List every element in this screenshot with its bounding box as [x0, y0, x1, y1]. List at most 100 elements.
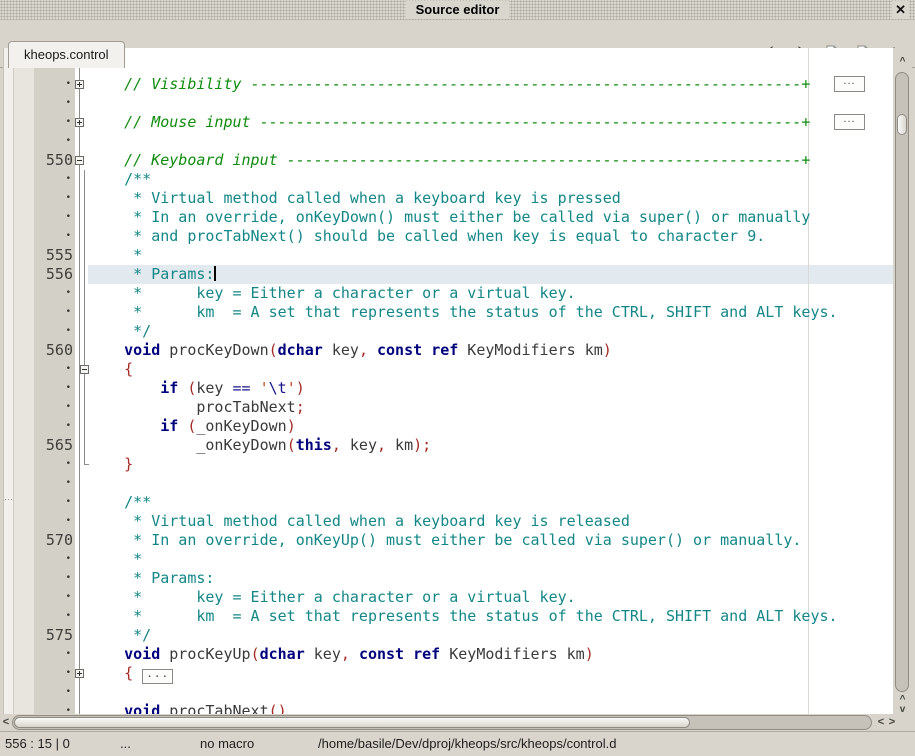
horizontal-scrollbar[interactable]: < < >	[0, 714, 915, 731]
tab-kheops-control[interactable]: kheops.control	[8, 41, 125, 68]
fold-expand-icon[interactable]	[75, 118, 84, 127]
code-line[interactable]: • * km = A set that represents the statu…	[4, 303, 894, 322]
line-gutter-dot[interactable]: •	[34, 398, 73, 417]
fold-gutter[interactable]	[75, 417, 89, 436]
window-titlebar[interactable]: Source editor ✕	[0, 0, 915, 20]
code-line[interactable]: • {	[4, 360, 894, 379]
line-gutter-dot[interactable]: •	[34, 607, 73, 626]
line-gutter-dot[interactable]: •	[34, 360, 73, 379]
fold-gutter[interactable]	[75, 626, 89, 645]
code-line[interactable]: • if (key == '\t')	[4, 379, 894, 398]
line-gutter-dot[interactable]: •	[34, 569, 73, 588]
fold-gutter[interactable]	[75, 170, 89, 189]
line-number[interactable]: 556	[34, 265, 73, 284]
code-line[interactable]: •	[4, 474, 894, 493]
line-gutter-dot[interactable]: •	[34, 512, 73, 531]
line-gutter-dot[interactable]: •	[34, 132, 73, 151]
line-gutter-dot[interactable]: •	[34, 702, 73, 714]
fold-gutter[interactable]	[75, 683, 89, 702]
fold-gutter[interactable]	[75, 113, 89, 132]
code-line[interactable]: 570 * In an override, onKeyUp() must eit…	[4, 531, 894, 550]
code-line[interactable]: • void procTabNext()	[4, 702, 894, 714]
code-line[interactable]: • * Virtual method called when a keyboar…	[4, 189, 894, 208]
fold-gutter[interactable]	[75, 531, 89, 550]
vertical-scrollbar-track[interactable]	[895, 72, 909, 692]
code-line[interactable]: • void procKeyUp(dchar key, const ref Ke…	[4, 645, 894, 664]
vertical-scrollbar-thumb[interactable]	[897, 114, 907, 135]
scroll-left2-icon[interactable]: <	[876, 716, 886, 729]
code-editor[interactable]: … •• // Visibility ---------------------…	[3, 48, 894, 714]
line-gutter-dot[interactable]: •	[34, 379, 73, 398]
code-line[interactable]: • }	[4, 455, 894, 474]
code-line[interactable]: • * In an override, onKeyDown() must eit…	[4, 208, 894, 227]
fold-gutter[interactable]	[75, 569, 89, 588]
fold-gutter[interactable]	[75, 588, 89, 607]
line-gutter-dot[interactable]: •	[34, 189, 73, 208]
vertical-scrollbar[interactable]: ^ ^ v	[893, 48, 912, 714]
code-line[interactable]: • * key = Either a character or a virtua…	[4, 284, 894, 303]
line-gutter-dot[interactable]: •	[34, 322, 73, 341]
fold-gutter[interactable]	[75, 550, 89, 569]
code-line[interactable]: 556 * Params:	[4, 265, 894, 284]
fold-gutter[interactable]	[75, 265, 89, 284]
line-number[interactable]: 550	[34, 151, 73, 170]
code-line[interactable]: 555 *	[4, 246, 894, 265]
fold-gutter[interactable]	[75, 702, 89, 714]
code-line[interactable]: • * Params:	[4, 569, 894, 588]
line-gutter-dot[interactable]: •	[34, 493, 73, 512]
line-gutter-dot[interactable]: •	[34, 227, 73, 246]
line-gutter-dot[interactable]: •	[34, 284, 73, 303]
fold-expand-icon[interactable]	[75, 80, 84, 89]
fold-expand-icon[interactable]	[75, 669, 84, 678]
scroll-left-icon[interactable]: <	[1, 716, 11, 729]
code-line[interactable]: 560 void procKeyDown(dchar key, const re…	[4, 341, 894, 360]
code-line[interactable]: • /**	[4, 170, 894, 189]
line-gutter-dot[interactable]: •	[34, 94, 73, 113]
code-line[interactable]: • * Virtual method called when a keyboar…	[4, 512, 894, 531]
fold-gutter[interactable]	[75, 284, 89, 303]
fold-gutter[interactable]	[75, 398, 89, 417]
fold-gutter[interactable]	[75, 151, 89, 170]
code-line[interactable]: • * km = A set that represents the statu…	[4, 607, 894, 626]
fold-gutter[interactable]	[75, 341, 89, 360]
fold-gutter[interactable]	[75, 664, 89, 683]
fold-gutter[interactable]	[75, 455, 89, 474]
fold-gutter[interactable]	[75, 322, 89, 341]
fold-gutter[interactable]	[75, 94, 89, 113]
fold-gutter[interactable]	[75, 246, 89, 265]
code-line[interactable]: • */	[4, 322, 894, 341]
line-gutter-dot[interactable]: •	[34, 664, 73, 683]
line-gutter-dot[interactable]: •	[34, 417, 73, 436]
fold-gutter[interactable]	[75, 379, 89, 398]
code-line[interactable]: •	[4, 56, 894, 75]
code-line[interactable]: 550 // Keyboard input ------------------…	[4, 151, 894, 170]
line-gutter-dot[interactable]: •	[34, 550, 73, 569]
line-gutter-dot[interactable]: •	[34, 170, 73, 189]
fold-collapsed-box[interactable]: ...	[142, 669, 173, 684]
line-gutter-dot[interactable]: •	[34, 455, 73, 474]
code-line[interactable]: • {...	[4, 664, 894, 683]
line-gutter-dot[interactable]: •	[34, 645, 73, 664]
fold-collapsed-box[interactable]: ...	[834, 76, 865, 92]
line-gutter-dot[interactable]: •	[34, 303, 73, 322]
fold-gutter[interactable]	[75, 474, 89, 493]
line-number[interactable]: 560	[34, 341, 73, 360]
fold-collapse-icon[interactable]	[75, 156, 84, 165]
code-line[interactable]: • /**	[4, 493, 894, 512]
fold-gutter[interactable]	[75, 227, 89, 246]
code-line[interactable]: •	[4, 132, 894, 151]
fold-gutter[interactable]	[75, 303, 89, 322]
line-gutter-dot[interactable]: •	[34, 588, 73, 607]
horizontal-scrollbar-thumb[interactable]	[14, 717, 690, 728]
code-line[interactable]: • * and procTabNext() should be called w…	[4, 227, 894, 246]
fold-gutter[interactable]	[75, 189, 89, 208]
code-line[interactable]: 565 _onKeyDown(this, key, km);	[4, 436, 894, 455]
fold-gutter[interactable]	[75, 607, 89, 626]
line-gutter-dot[interactable]: •	[34, 113, 73, 132]
code-line[interactable]: • procTabNext;	[4, 398, 894, 417]
close-icon[interactable]: ✕	[892, 1, 909, 19]
fold-gutter[interactable]	[75, 436, 89, 455]
fold-gutter[interactable]	[75, 208, 89, 227]
code-line[interactable]: 575 */	[4, 626, 894, 645]
scroll-right-icon[interactable]: >	[887, 716, 897, 729]
